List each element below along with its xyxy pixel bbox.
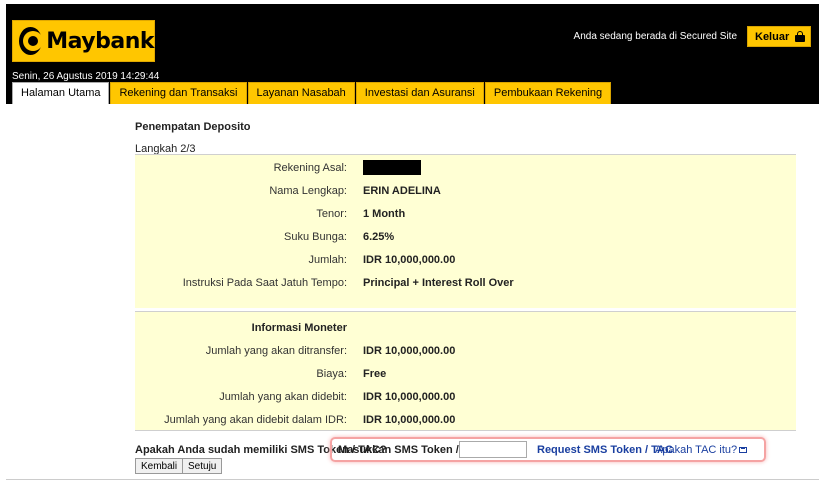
detail-label: Instruksi Pada Saat Jatuh Tempo:	[182, 277, 347, 289]
detail-value: IDR 10,000,000.00	[363, 254, 456, 266]
money-row-transfer: Jumlah yang akan ditransfer: IDR 10,000,…	[135, 345, 796, 361]
tab-layanan-nasabah[interactable]: Layanan Nasabah	[247, 82, 355, 104]
detail-label: Suku Bunga:	[284, 231, 347, 243]
secured-site-text: Anda sedang berada di Secured Site	[573, 31, 737, 42]
detail-row-interest-rate: Suku Bunga: 6.25%	[135, 231, 796, 247]
money-row-fee: Biaya: Free	[135, 368, 796, 384]
detail-label: Nama Lengkap:	[269, 185, 347, 197]
money-value: IDR 10,000,000.00	[363, 391, 456, 403]
logout-label: Keluar	[755, 30, 790, 43]
money-label: Jumlah yang akan ditransfer:	[205, 345, 347, 357]
detail-value: ERIN ADELINA	[363, 185, 441, 197]
money-row-debit-idr: Jumlah yang akan didebit dalam IDR: IDR …	[135, 414, 796, 430]
money-info-heading-row: Informasi Moneter	[135, 322, 796, 338]
detail-label: Rekening Asal:	[273, 162, 347, 174]
detail-row-amount: Jumlah: IDR 10,000,000.00	[135, 254, 796, 270]
money-label: Jumlah yang akan didebit:	[219, 391, 347, 403]
detail-value: Principal + Interest Roll Over	[363, 277, 514, 289]
money-value: Free	[363, 368, 387, 380]
tab-pembukaan-rekening[interactable]: Pembukaan Rekening	[484, 82, 612, 104]
divider	[135, 430, 796, 431]
money-label: Biaya:	[316, 368, 347, 380]
money-value: IDR 10,000,000.00	[363, 414, 456, 426]
money-label: Jumlah yang akan didebit dalam IDR:	[164, 414, 347, 426]
detail-label: Tenor:	[316, 208, 347, 220]
detail-value: 1 Month	[363, 208, 406, 220]
main-nav-tabs: Halaman Utama Rekening dan Transaksi Lay…	[12, 82, 612, 104]
logo-text: Maybank	[46, 28, 154, 54]
money-info-heading: Informasi Moneter	[251, 322, 347, 334]
detail-row-full-name: Nama Lengkap: ERIN ADELINA	[135, 185, 796, 201]
detail-row-maturity-instruction: Instruksi Pada Saat Jatuh Tempo: Princip…	[135, 277, 796, 293]
page-title: Penempatan Deposito	[135, 121, 251, 133]
detail-value: 6.25%	[363, 231, 395, 243]
lock-icon	[795, 31, 805, 42]
session-datetime: Senin, 26 Agustus 2019 14:29:44	[12, 71, 160, 82]
tiger-emblem-icon	[19, 27, 44, 55]
detail-row-tenor: Tenor: 1 Month	[135, 208, 796, 224]
detail-row-source-account: Rekening Asal:	[135, 160, 796, 178]
highlight-box	[330, 437, 766, 462]
logout-button[interactable]: Keluar	[747, 26, 811, 47]
masked-account-number	[363, 160, 421, 175]
back-button[interactable]: Kembali	[135, 458, 184, 474]
tab-halaman-utama[interactable]: Halaman Utama	[12, 82, 110, 104]
tab-rekening-transaksi[interactable]: Rekening dan Transaksi	[110, 82, 247, 104]
money-row-debit: Jumlah yang akan didebit: IDR 10,000,000…	[135, 391, 796, 407]
agree-button[interactable]: Setuju	[182, 458, 223, 474]
detail-label: Jumlah:	[308, 254, 347, 266]
money-value: IDR 10,000,000.00	[363, 345, 456, 357]
tab-investasi-asuransi[interactable]: Investasi dan Asuransi	[355, 82, 484, 104]
maybank-logo[interactable]: Maybank	[12, 20, 155, 62]
